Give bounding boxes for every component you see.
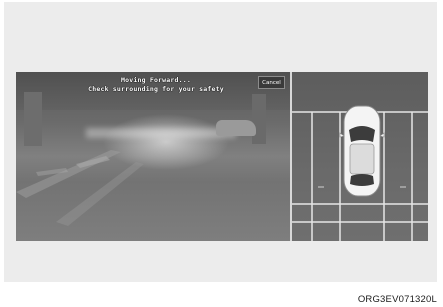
car-roof [349,143,375,175]
car-rear-window [350,174,374,186]
car-mirror-left [339,132,345,138]
surround-top-view [292,72,428,241]
cancel-button[interactable]: Cancel [258,76,285,89]
floor-arrow [76,156,110,168]
car-mirror-right [379,132,385,138]
figure-code: ORG3EV071320L [357,294,437,305]
safety-message-line1: Moving Forward... [121,76,191,84]
floor-markings [16,150,144,226]
car-top-view-icon [339,105,385,197]
car-windshield [349,126,375,142]
front-camera-view: Moving Forward... Check surrounding for … [16,72,290,241]
safety-message: Moving Forward... Check surrounding for … [86,76,226,94]
parking-display-screen: Moving Forward... Check surrounding for … [16,72,428,241]
safety-message-line2: Check surrounding for your safety [88,85,224,93]
